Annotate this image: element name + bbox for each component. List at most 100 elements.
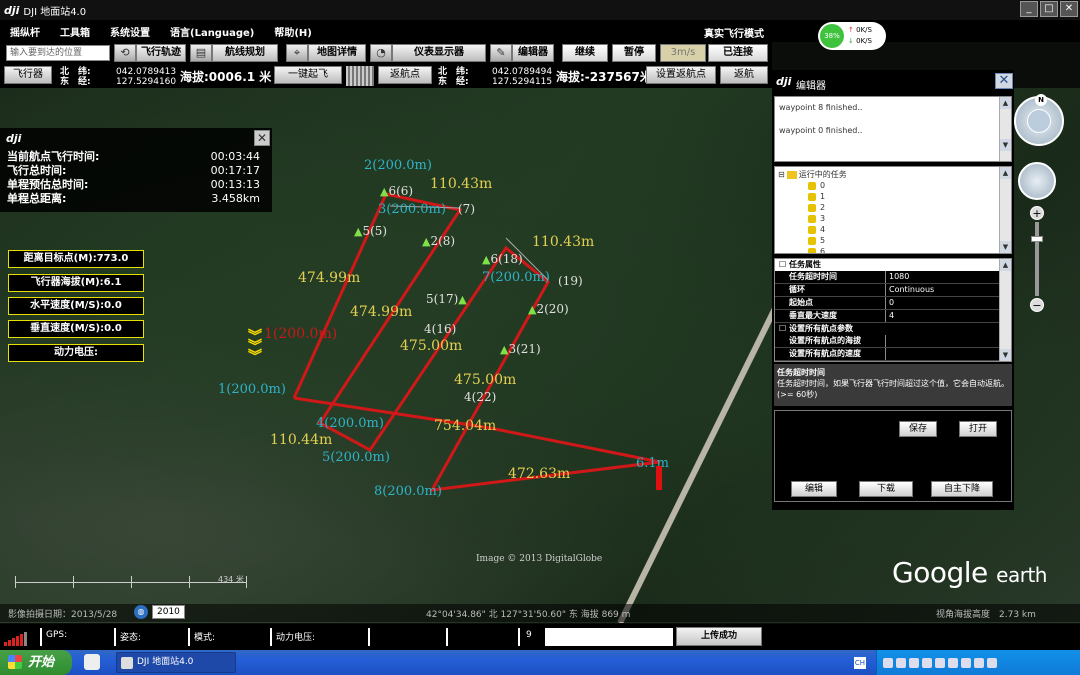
menu-language[interactable]: 语言(Language) — [160, 24, 264, 39]
tree-node[interactable]: 2 — [778, 202, 1008, 213]
maximize-button[interactable]: □ — [1040, 1, 1058, 17]
tray-icon[interactable] — [974, 657, 984, 668]
waypoint-label[interactable]: 1(200.0m) — [218, 382, 286, 397]
route-plan-button[interactable]: 航线规划 — [212, 44, 278, 62]
props-scrollbar[interactable]: ▲ ▼ — [999, 259, 1011, 361]
instrument-icon[interactable]: ◔ — [370, 44, 392, 62]
location-search-input[interactable]: 输入要到达的位置 — [6, 45, 110, 61]
globe-icon[interactable]: ◍ — [134, 605, 148, 619]
tray-icon[interactable] — [896, 657, 906, 668]
tree-scrollbar[interactable]: ▲ ▼ — [999, 167, 1011, 253]
tray-icon[interactable] — [909, 657, 919, 668]
scroll-down-icon[interactable]: ▼ — [1000, 241, 1011, 253]
waypoint-marker[interactable]: (7) — [458, 202, 475, 216]
zoom-in-icon[interactable]: + — [1030, 206, 1044, 220]
prop-row[interactable]: 循环 Continuous — [775, 284, 1011, 297]
close-button[interactable]: ✕ — [1060, 1, 1078, 17]
map-detail-button[interactable]: 地图详情 — [308, 44, 366, 62]
input-method-indicator[interactable]: CH — [854, 657, 866, 669]
tray-icon[interactable] — [935, 657, 945, 668]
tray-icon[interactable] — [922, 657, 932, 668]
prop-row[interactable]: 起始点 0 — [775, 297, 1011, 310]
waypoint-label[interactable]: 7(200.0m) — [482, 270, 550, 285]
waypoint-marker[interactable]: ▲3(21) — [500, 342, 541, 356]
section-task-props[interactable]: ☐ 任务属性 — [775, 259, 1011, 271]
scroll-down-icon[interactable]: ▼ — [1000, 349, 1011, 361]
zoom-out-icon[interactable]: − — [1030, 298, 1044, 312]
download-button[interactable]: 下载 — [859, 481, 913, 497]
current-waypoint-label[interactable]: 1(200.0m) — [264, 326, 337, 342]
waypoint-marker[interactable]: ▲5(5) — [354, 224, 387, 238]
instrument-button[interactable]: 仪表显示器 — [392, 44, 486, 62]
log-scrollbar[interactable]: ▲ ▼ — [999, 97, 1011, 161]
auto-land-button[interactable]: 自主下降 — [931, 481, 993, 497]
waypoint-label[interactable]: 3(200.0m) — [378, 202, 446, 217]
continue-button[interactable]: 继续 — [562, 44, 608, 62]
go-home-button[interactable]: 返航 — [720, 66, 768, 84]
menu-help[interactable]: 帮助(H) — [264, 24, 322, 39]
zoom-slider[interactable]: + − — [1030, 206, 1044, 316]
tree-node[interactable]: 5 — [778, 235, 1008, 246]
tray-icon[interactable] — [987, 657, 997, 668]
tree-root[interactable]: ⊟ 运行中的任务 — [778, 169, 1008, 180]
property-grid[interactable]: ☐ 任务属性 任务超时时间 1080 循环 Continuous 起始点 0 垂直最大… — [774, 258, 1012, 362]
prop-row[interactable]: 任务超时时间 1080 — [775, 271, 1011, 284]
prop-row[interactable]: 设置所有航点的海拔 — [775, 335, 1011, 348]
waypoint-marker[interactable]: ▲6(6) — [380, 184, 413, 198]
map-detail-icon[interactable]: ⌖ — [286, 44, 308, 62]
tree-node[interactable]: 4 — [778, 224, 1008, 235]
waypoint-marker[interactable]: 4(16) — [424, 322, 456, 336]
quick-launch-icon[interactable] — [84, 654, 100, 670]
flight-track-button[interactable]: 飞行轨迹 — [136, 44, 186, 62]
menu-settings[interactable]: 系统设置 — [100, 24, 160, 39]
look-joystick-icon[interactable] — [1027, 109, 1051, 133]
start-button[interactable]: 开始 — [0, 650, 72, 675]
map-pan-control[interactable] — [1018, 162, 1056, 200]
close-editor-button[interactable]: ✕ — [995, 73, 1013, 89]
waypoint-marker[interactable]: ▲6(18) — [482, 252, 523, 266]
taskbar-item-dji[interactable]: DJI 地面站4.0 — [116, 652, 236, 673]
waypoint-label[interactable]: 4(200.0m) — [316, 416, 384, 431]
waypoint-marker[interactable]: ▲2(20) — [528, 302, 569, 316]
waypoint-marker[interactable]: 5(17)▲ — [426, 292, 467, 306]
waypoint-label[interactable]: 2(200.0m) — [364, 158, 432, 173]
zoom-knob[interactable] — [1031, 236, 1043, 242]
waypoint-label[interactable]: 8(200.0m) — [374, 484, 442, 499]
editor-icon[interactable]: ✎ — [490, 44, 512, 62]
historical-year-button[interactable]: 2010 — [152, 605, 185, 619]
scroll-up-icon[interactable]: ▲ — [1000, 259, 1011, 271]
waypoint-marker[interactable]: (19) — [558, 274, 583, 288]
menu-joystick[interactable]: 摇纵杆 — [0, 24, 50, 39]
edit-button[interactable]: 编辑 — [791, 481, 837, 497]
menu-toolbox[interactable]: 工具箱 — [50, 24, 100, 39]
editor-button[interactable]: 编辑器 — [512, 44, 554, 62]
aircraft-button[interactable]: 飞行器 — [4, 66, 52, 84]
close-info-button[interactable]: ✕ — [254, 130, 270, 146]
scroll-up-icon[interactable]: ▲ — [1000, 97, 1011, 109]
section-all-waypoints[interactable]: ☐ 设置所有航点参数 — [775, 323, 1011, 335]
waypoint-label[interactable]: 5(200.0m) — [322, 450, 390, 465]
task-tree[interactable]: ⊟ 运行中的任务 0 1 2 3 4 5 6 ▲ ▼ — [774, 166, 1012, 254]
connection-status-button[interactable]: 已连接 — [708, 44, 768, 62]
tree-node[interactable]: 1 — [778, 191, 1008, 202]
scroll-down-icon[interactable]: ▼ — [1000, 139, 1011, 151]
one-key-takeoff-button[interactable]: 一键起飞 — [274, 66, 342, 84]
home-point-button[interactable]: 返航点 — [378, 66, 432, 84]
tray-icon[interactable] — [883, 657, 893, 668]
tray-icon[interactable] — [948, 657, 958, 668]
set-home-button[interactable]: 设置返航点 — [646, 66, 716, 84]
tree-node[interactable]: 6 — [778, 246, 1008, 253]
prop-row[interactable]: 设置所有航点的速度 — [775, 348, 1011, 361]
waypoint-label[interactable]: 6.1m — [636, 456, 669, 471]
open-button[interactable]: 打开 — [959, 421, 997, 437]
route-plan-icon[interactable]: ▤ — [190, 44, 212, 62]
waypoint-marker[interactable]: ▲2(8) — [422, 234, 455, 248]
tree-node[interactable]: 0 — [778, 180, 1008, 191]
minimize-button[interactable]: _ — [1020, 1, 1038, 17]
waypoint-marker[interactable]: 4(22) — [464, 390, 496, 404]
upload-status-button[interactable]: 上传成功 — [676, 627, 762, 646]
scroll-up-icon[interactable]: ▲ — [1000, 167, 1011, 179]
north-icon[interactable]: N — [1035, 94, 1047, 106]
map-navigation-control[interactable]: N — [1014, 94, 1064, 146]
pause-button[interactable]: 暂停 — [612, 44, 656, 62]
